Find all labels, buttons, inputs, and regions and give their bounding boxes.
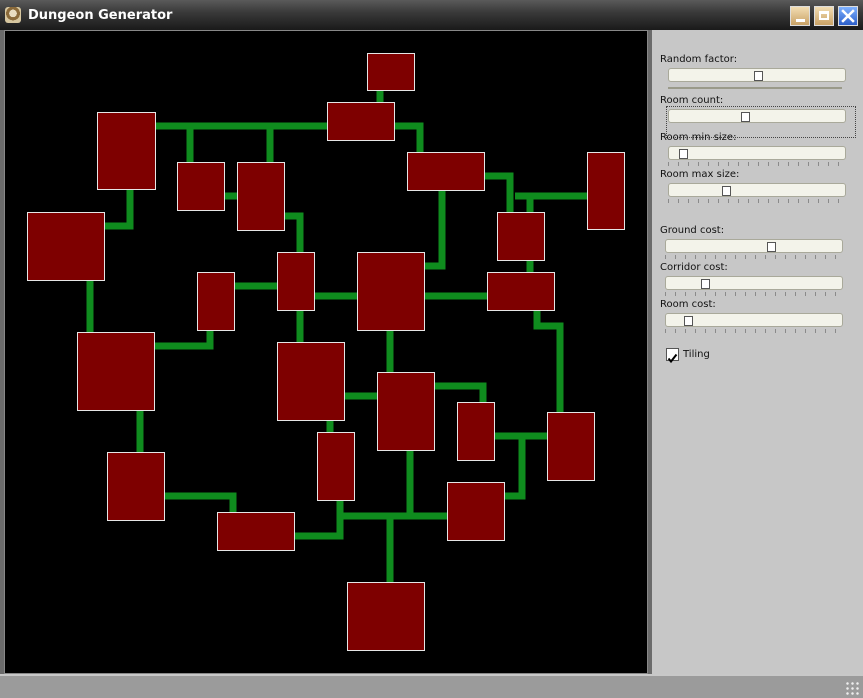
ground-cost-thumb[interactable] xyxy=(767,242,776,252)
maximize-icon xyxy=(819,11,829,20)
room-20 xyxy=(447,482,505,541)
room-22 xyxy=(347,582,425,651)
room-max-size-thumb[interactable] xyxy=(722,186,731,196)
resize-grip-icon[interactable] xyxy=(845,681,859,695)
room-21 xyxy=(217,512,295,551)
room-cost-ticks xyxy=(665,329,843,333)
room-2 xyxy=(97,112,156,190)
random-factor-slider[interactable] xyxy=(668,68,846,82)
corridor-cost-slider[interactable] xyxy=(665,276,843,290)
room-count-thumb[interactable] xyxy=(741,112,750,122)
room-14 xyxy=(277,342,345,421)
close-button[interactable] xyxy=(838,6,858,26)
room-1 xyxy=(327,102,395,141)
close-icon xyxy=(841,9,855,23)
corridor-cost-ticks xyxy=(665,292,843,296)
window-title: Dungeon Generator xyxy=(28,8,173,23)
settings-panel: Random factor: Room count: Room min size… xyxy=(652,30,863,674)
room-0 xyxy=(367,53,415,91)
room-7 xyxy=(27,212,105,281)
room-min-size-ticks xyxy=(668,162,846,166)
room-count-label: Room count: xyxy=(660,95,724,106)
corridor-26 xyxy=(164,492,237,512)
dungeon-view[interactable] xyxy=(4,30,648,674)
corridor-24 xyxy=(504,436,526,500)
corridor-29 xyxy=(294,512,447,540)
corridor-cost-label: Corridor cost: xyxy=(660,262,728,273)
corridor-cost-thumb[interactable] xyxy=(701,279,710,289)
ground-cost-label: Ground cost: xyxy=(660,225,725,236)
room-4 xyxy=(237,162,285,231)
room-cost-label: Room cost: xyxy=(660,299,716,310)
room-3 xyxy=(177,162,225,211)
room-18 xyxy=(317,432,355,501)
room-min-size-slider[interactable] xyxy=(668,146,846,160)
room-max-size-ticks xyxy=(668,199,846,203)
minimize-button[interactable] xyxy=(790,6,810,26)
room-8 xyxy=(497,212,545,261)
room-17 xyxy=(547,412,595,481)
room-11 xyxy=(357,252,425,331)
corridor-11 xyxy=(424,190,446,270)
corridor-8 xyxy=(484,172,514,212)
room-max-size-label: Room max size: xyxy=(660,169,740,180)
room-cost-slider[interactable] xyxy=(665,313,843,327)
tiling-label[interactable]: Tiling xyxy=(683,349,710,360)
corridor-19 xyxy=(533,310,564,412)
check-icon xyxy=(667,353,678,364)
separator xyxy=(668,87,842,89)
ground-cost-ticks xyxy=(665,255,843,259)
room-5 xyxy=(407,152,485,191)
room-9 xyxy=(197,272,235,331)
corridor-5 xyxy=(104,189,134,230)
minimize-icon xyxy=(796,19,805,22)
room-cost-thumb[interactable] xyxy=(684,316,693,326)
room-max-size-slider[interactable] xyxy=(668,183,846,197)
title-bar[interactable]: Dungeon Generator xyxy=(0,0,863,30)
room-15 xyxy=(377,372,435,451)
ground-cost-slider[interactable] xyxy=(665,239,843,253)
room-6 xyxy=(587,152,625,230)
random-factor-label: Random factor: xyxy=(660,54,738,65)
random-factor-thumb[interactable] xyxy=(754,71,763,81)
corridor-7 xyxy=(284,212,304,252)
tiling-checkbox[interactable] xyxy=(666,348,679,364)
room-layer xyxy=(27,53,625,651)
status-bar xyxy=(0,674,863,698)
room-16 xyxy=(457,402,495,461)
corridor-17 xyxy=(155,330,214,350)
dungeon-map[interactable] xyxy=(5,31,647,673)
room-min-size-label: Room min size: xyxy=(660,132,737,143)
dungeon-generator-window: Dungeon Generator Random factor: Room co… xyxy=(0,0,863,698)
room-13 xyxy=(77,332,155,411)
corridor-22 xyxy=(434,382,487,402)
corridor-4 xyxy=(394,122,424,152)
maximize-button[interactable] xyxy=(814,6,834,26)
room-min-size-thumb[interactable] xyxy=(679,149,688,159)
room-12 xyxy=(487,272,555,311)
room-10 xyxy=(277,252,315,311)
dungeon-app-icon[interactable] xyxy=(5,7,21,23)
room-count-slider[interactable] xyxy=(668,109,846,123)
room-19 xyxy=(107,452,165,521)
